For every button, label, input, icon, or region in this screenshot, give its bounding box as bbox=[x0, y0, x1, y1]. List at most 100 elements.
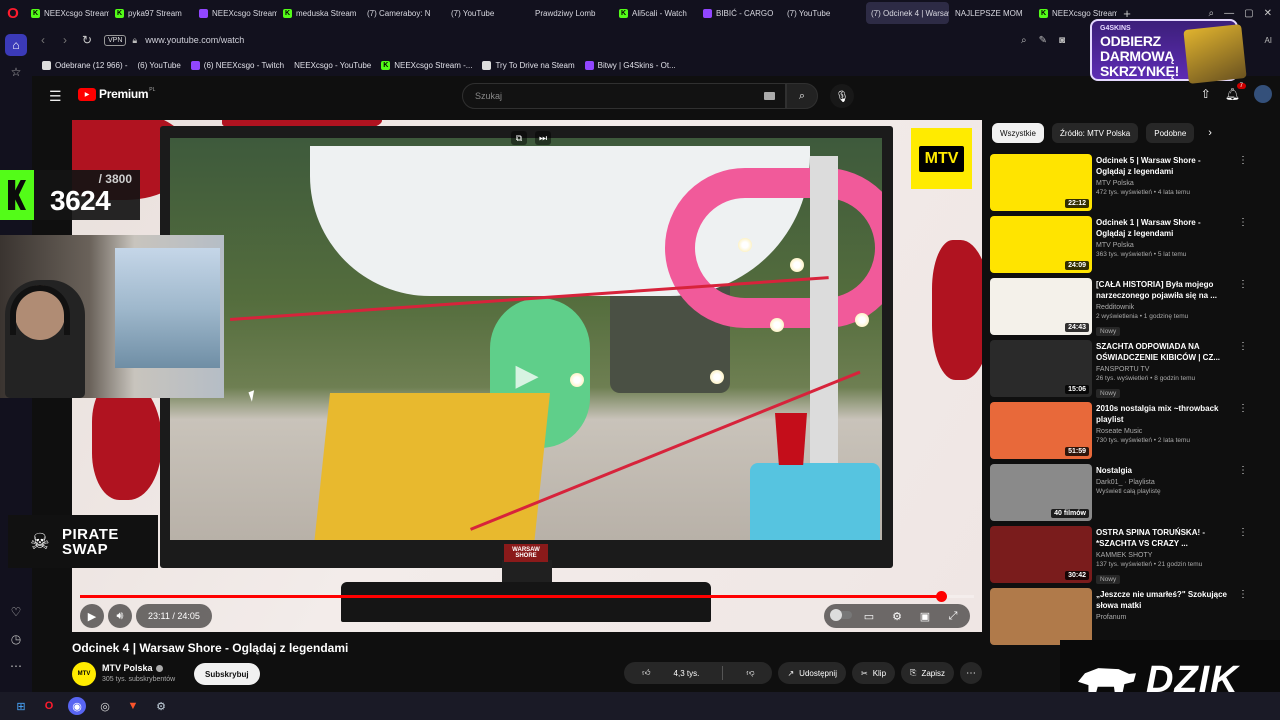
channel-name-wrap[interactable]: MTV Polska bbox=[102, 663, 163, 673]
recommendation-item[interactable]: 40 filmów Nostalgia Dark01_ · Playlista Wyś… bbox=[990, 464, 1248, 526]
miniplayer-icon[interactable]: ⧉ bbox=[511, 131, 527, 145]
bookmark-item[interactable]: Odebrane (12 966) - bbox=[42, 60, 128, 70]
more-vert-icon[interactable]: ⋮ bbox=[1238, 589, 1248, 600]
browser-tab[interactable]: (7) YouTube bbox=[32, 2, 1280, 692]
recommendation-title[interactable]: SZACHTA ODPOWIADA NA OŚWIADCZENIE KIBICÓ… bbox=[1096, 341, 1232, 363]
voice-search-button[interactable]: 🎙︎ bbox=[830, 84, 854, 108]
recommendation-item[interactable]: 15:06 SZACHTA ODPOWIADA NA OŚWIADCZENIE K… bbox=[990, 340, 1248, 402]
recommendation-channel[interactable]: FANSPORTU TV bbox=[1096, 366, 1232, 373]
more-vert-icon[interactable]: ⋮ bbox=[1238, 341, 1248, 352]
autoplay-toggle[interactable] bbox=[830, 609, 852, 622]
video-thumbnail[interactable]: 15:06 bbox=[990, 340, 1092, 397]
camera-icon[interactable]: ◙ bbox=[1059, 35, 1065, 46]
filter-chip[interactable]: Podobne bbox=[1146, 123, 1195, 143]
vpn-badge[interactable]: VPN bbox=[104, 34, 127, 46]
ai-button[interactable]: AI bbox=[1264, 36, 1272, 45]
opera-icon[interactable]: O bbox=[40, 697, 58, 715]
more-vert-icon[interactable]: ⋮ bbox=[1238, 217, 1248, 228]
chrome-icon[interactable]: ◎ bbox=[96, 697, 114, 715]
minimize-button[interactable]: — bbox=[1224, 8, 1234, 19]
bookmark-item[interactable]: Bitwy | G4Skins - Ot... bbox=[584, 60, 676, 70]
browser-tab[interactable]: (7) Cameraboy: N bbox=[32, 2, 1280, 692]
bookmark-item[interactable]: Try To Drive na Steam bbox=[482, 60, 575, 70]
close-window-button[interactable]: ✕ bbox=[1264, 8, 1272, 19]
video-thumbnail[interactable]: 22:12 bbox=[990, 154, 1092, 211]
youtube-logo[interactable]: ▶ Premium PL bbox=[78, 87, 155, 101]
browser-tab[interactable]: K Ali5cali - Watch bbox=[614, 2, 697, 24]
play-button[interactable]: ▶ bbox=[80, 604, 104, 628]
clip-button[interactable]: ✂ Klip bbox=[851, 662, 896, 684]
more-vert-icon[interactable]: ⋮ bbox=[1238, 465, 1248, 476]
opera-menu-icon[interactable]: O bbox=[0, 0, 26, 26]
recommendation-title[interactable]: [CAŁA HISTORIA] Była mojego narzeczonego… bbox=[1096, 279, 1232, 301]
heart-icon[interactable]: ♡ bbox=[5, 601, 27, 623]
progress-bar[interactable] bbox=[80, 591, 974, 602]
browser-tab[interactable]: Kmeduska Stream bbox=[278, 2, 361, 24]
recommendation-item[interactable]: 24:43 [CAŁA HISTORIA] Była mojego narzecz… bbox=[990, 278, 1248, 340]
bookmark-item[interactable]: (6) NEEXcsgo - Twitch bbox=[190, 60, 284, 70]
recommendation-channel[interactable]: Roseate Music bbox=[1096, 428, 1232, 435]
progress-scrubber[interactable] bbox=[935, 591, 947, 602]
more-vert-icon[interactable]: ⋮ bbox=[1238, 279, 1248, 290]
recommendation-channel[interactable]: Redditownik bbox=[1096, 304, 1232, 311]
browser-tab[interactable]: K NEEXcsgo Stream bbox=[26, 2, 109, 24]
chevron-right-icon[interactable]: › bbox=[1208, 127, 1212, 139]
recommendation-channel[interactable]: Dark01_ · Playlista bbox=[1096, 479, 1232, 486]
subtitles-icon[interactable]: ▭ bbox=[858, 610, 880, 623]
share-button[interactable]: ↗ Udostępnij bbox=[778, 662, 846, 684]
save-button[interactable]: ⎘ Zapisz bbox=[901, 662, 954, 684]
more-vert-icon[interactable]: ⋮ bbox=[1238, 155, 1248, 166]
history-icon[interactable]: ◷ bbox=[5, 628, 27, 650]
steam-icon[interactable]: ⚙ bbox=[152, 697, 170, 715]
browser-tab[interactable]: (7) YouTube bbox=[32, 2, 1280, 692]
recommendation-item[interactable]: 24:09 Odcinek 1 | Warsaw Shore - Oglądaj … bbox=[990, 216, 1248, 278]
filter-chip[interactable]: Wszystkie bbox=[992, 123, 1044, 143]
video-thumbnail[interactable]: 40 filmów bbox=[990, 464, 1092, 521]
skip-icon[interactable]: ⏭ bbox=[535, 131, 551, 145]
recommendation-title[interactable]: Odcinek 1 | Warsaw Shore - Oglądaj z leg… bbox=[1096, 217, 1232, 239]
back-button[interactable]: ‹ bbox=[32, 33, 54, 47]
browser-tab[interactable]: (7) Odcinek 4 | Warsaw Sh bbox=[32, 2, 1280, 692]
recommendation-title[interactable]: „Jeszcze nie umarłeś?" Szokujące słowa m… bbox=[1096, 589, 1232, 611]
bookmark-item[interactable]: K NEEXcsgo Stream -... bbox=[381, 60, 472, 70]
browser-tab[interactable]: BIBIĆ - CARGO bbox=[698, 2, 781, 24]
browser-tab[interactable]: Kpyka97 Stream bbox=[110, 2, 193, 24]
filter-chip[interactable]: Źródło: MTV Polska bbox=[1052, 123, 1139, 143]
recommendation-title[interactable]: OSTRA SPINA TORUŃSKA! - *SZACHTA VS CRAZ… bbox=[1096, 527, 1232, 549]
recommendation-channel[interactable]: MTV Polska bbox=[1096, 180, 1232, 187]
bookmark-item[interactable]: (6) YouTube bbox=[64, 61, 1280, 720]
more-vert-icon[interactable]: ⋮ bbox=[1238, 527, 1248, 538]
more-vert-icon[interactable]: ⋮ bbox=[1238, 403, 1248, 414]
discord-icon[interactable]: ◉ bbox=[68, 697, 86, 715]
recommendation-title[interactable]: Odcinek 5 | Warsaw Shore - Oglądaj z leg… bbox=[1096, 155, 1232, 177]
lens-icon[interactable]: ⌕ bbox=[1021, 35, 1027, 46]
edit-icon[interactable]: ✎ bbox=[1039, 35, 1047, 46]
recommendation-title[interactable]: Nostalgia bbox=[1096, 465, 1232, 476]
recommendation-item[interactable]: 22:12 Odcinek 5 | Warsaw Shore - Oglądaj … bbox=[990, 154, 1248, 216]
video-thumbnail[interactable] bbox=[990, 588, 1092, 645]
home-icon[interactable]: ⌂ bbox=[5, 34, 27, 56]
like-button[interactable]: 👍︎ 4,3 tys. bbox=[624, 662, 717, 684]
notifications-button[interactable]: 🔔︎ 7 bbox=[1225, 83, 1246, 101]
forward-button[interactable]: › bbox=[54, 33, 76, 47]
browser-tab[interactable]: NEEXcsgo Stream bbox=[194, 2, 277, 24]
subscribe-button[interactable]: Subskrybuj bbox=[194, 663, 260, 685]
channel-avatar[interactable]: MTV bbox=[72, 662, 96, 686]
channel-name[interactable]: MTV Polska bbox=[102, 663, 153, 673]
video-thumbnail[interactable]: 51:59 bbox=[990, 402, 1092, 459]
search-tabs-icon[interactable]: ⌕ bbox=[1209, 8, 1215, 19]
video-thumbnail[interactable]: 30:42 bbox=[990, 526, 1092, 583]
miniplayer-button-icon[interactable]: ▣ bbox=[914, 610, 936, 623]
maximize-button[interactable]: ▢ bbox=[1244, 8, 1253, 19]
center-play-icon[interactable]: ▶ bbox=[509, 357, 545, 393]
video-thumbnail[interactable]: 24:09 bbox=[990, 216, 1092, 273]
settings-gear-icon[interactable]: ⚙ bbox=[886, 610, 908, 623]
bookmark-star-icon[interactable]: ☆ bbox=[5, 61, 27, 83]
recommendation-title[interactable]: 2010s nostalgia mix ~throwback playlist bbox=[1096, 403, 1232, 425]
brave-icon[interactable]: ▼ bbox=[124, 697, 142, 715]
lock-icon[interactable]: 🔒︎ bbox=[132, 35, 137, 46]
account-avatar[interactable] bbox=[1254, 85, 1272, 103]
keyboard-icon[interactable] bbox=[764, 92, 775, 100]
search-input[interactable]: Szukaj bbox=[462, 83, 786, 109]
reload-button[interactable]: ↻ bbox=[76, 33, 98, 47]
